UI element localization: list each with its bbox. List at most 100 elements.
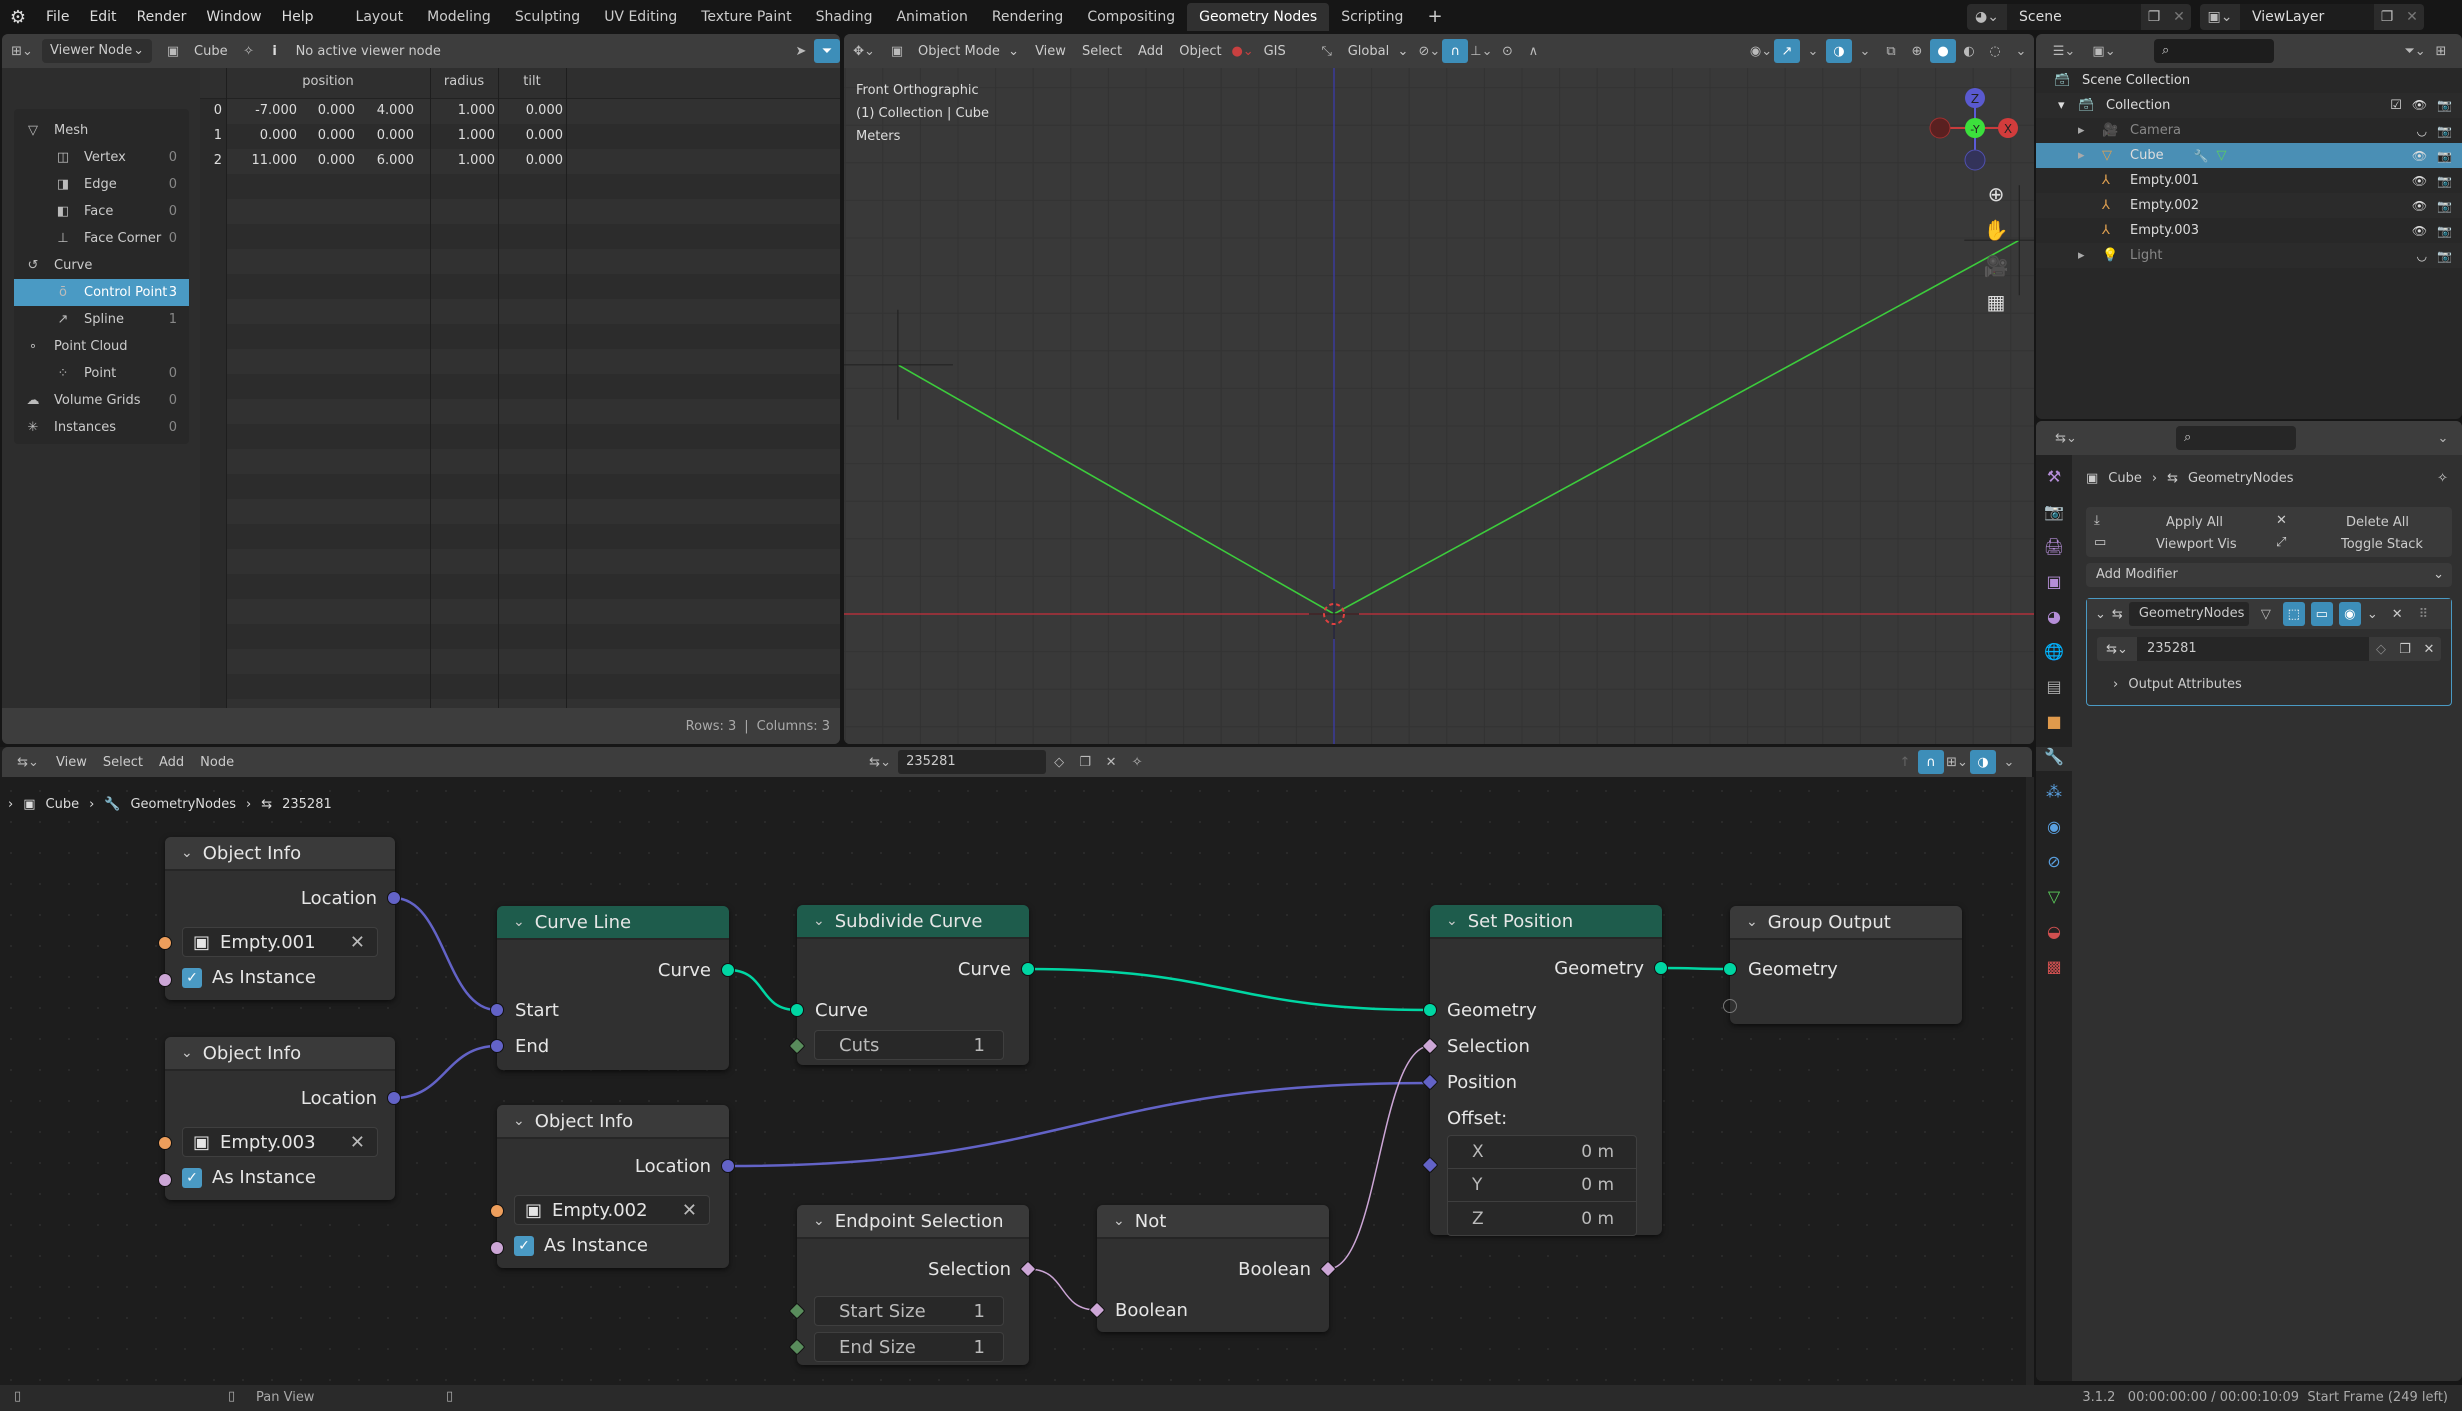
- outliner-item-collection[interactable]: ▾ 🗃 Collection ☑ 👁 📷: [2036, 93, 2462, 118]
- checkbox-checked-icon[interactable]: ✓: [514, 1235, 534, 1256]
- link-geometry-to-output[interactable]: [1660, 966, 1731, 971]
- view-layer-selector[interactable]: ▣⌄ ViewLayer ❐ ✕: [2200, 4, 2424, 30]
- socket-object-in[interactable]: [158, 1136, 172, 1150]
- parent-node-tree-icon[interactable]: ↑: [1892, 750, 1918, 774]
- scene-icon[interactable]: ◕: [2047, 607, 2061, 631]
- tab-animation[interactable]: Animation: [884, 3, 979, 31]
- node-not[interactable]: ⌄ Not Boolean Boolean: [1088, 1205, 1337, 1332]
- hidden-eye-icon[interactable]: ◡: [2417, 249, 2427, 263]
- rendered-shading-icon[interactable]: ◌: [1982, 39, 2008, 63]
- clear-icon[interactable]: ✕: [682, 1200, 697, 1221]
- expand-icon[interactable]: ▸: [2078, 148, 2085, 163]
- outliner-item-cube[interactable]: ▸ ▽ Cube 🔧 ▽ 👁 📷: [2036, 143, 2462, 168]
- duplicate-icon[interactable]: ❐: [2393, 642, 2417, 657]
- render-camera-icon[interactable]: 📷: [2437, 224, 2452, 238]
- render-camera-icon[interactable]: 📷: [2437, 199, 2452, 213]
- dataset-item-curve[interactable]: ↺ Curve: [14, 252, 189, 279]
- node-header[interactable]: ⌄ Group Output: [1730, 906, 1962, 940]
- navigation-gizmo[interactable]: Z X -Y: [1924, 76, 2034, 216]
- pan-hand-icon[interactable]: ✋: [1984, 218, 2009, 242]
- dataset-item-edge[interactable]: ◨ Edge 0: [14, 171, 189, 198]
- node-header[interactable]: ⌄ Subdivide Curve: [797, 905, 1029, 939]
- node-header[interactable]: ⌄ Object Info: [497, 1105, 729, 1139]
- material-icon[interactable]: ◒: [2047, 922, 2061, 946]
- menu-help[interactable]: Help: [272, 9, 324, 25]
- render-camera-icon[interactable]: 📷: [2437, 124, 2452, 138]
- menu-view[interactable]: View: [1027, 44, 1074, 59]
- socket-location-out[interactable]: [387, 891, 401, 905]
- offset-z-field[interactable]: Z 0 m: [1448, 1202, 1636, 1235]
- socket-object-in[interactable]: [158, 936, 172, 950]
- tab-compositing[interactable]: Compositing: [1075, 3, 1187, 31]
- duplicate-icon[interactable]: ❐: [1072, 750, 1098, 774]
- node-header[interactable]: ⌄ Endpoint Selection: [797, 1205, 1029, 1239]
- node-header[interactable]: ⌄ Curve Line: [497, 906, 729, 940]
- tab-layout[interactable]: Layout: [344, 3, 416, 31]
- ortho-grid-icon[interactable]: ▦: [1987, 290, 2006, 314]
- link-curve-to-subdivide[interactable]: [727, 968, 798, 1012]
- dataset-item-spline[interactable]: ↗ Spline 1: [14, 306, 189, 333]
- socket-geometry-in[interactable]: [1423, 1003, 1437, 1017]
- xray-icon[interactable]: ⧉: [1878, 39, 1904, 63]
- node-group-field[interactable]: 235281: [898, 750, 1047, 774]
- socket-as-instance-in[interactable]: [158, 1173, 172, 1187]
- node-object-info-2[interactable]: ⌄ Object Info Location ▣ Empty.002 ✕ ✓ As …: [490, 1105, 735, 1268]
- column-header-tilt[interactable]: tilt: [498, 74, 566, 89]
- column-header-radius[interactable]: radius: [430, 74, 498, 89]
- link-location-to-end[interactable]: [393, 1044, 498, 1100]
- render-icon[interactable]: ◉: [2338, 602, 2361, 626]
- menu-select[interactable]: Select: [95, 755, 151, 770]
- tab-rendering[interactable]: Rendering: [980, 3, 1076, 31]
- snap-icon[interactable]: ∩: [1918, 750, 1944, 774]
- viewport-vis-button[interactable]: Viewport Vis: [2156, 537, 2237, 552]
- dataset-item-mesh[interactable]: ▽ Mesh: [14, 117, 189, 144]
- material-shading-icon[interactable]: ◐: [1956, 39, 1982, 63]
- physics-icon[interactable]: ◉: [2047, 817, 2061, 841]
- selected-only-icon[interactable]: ➤: [788, 39, 814, 63]
- eye-icon[interactable]: 👁: [2412, 199, 2427, 213]
- duplicate-icon[interactable]: ❐: [2374, 9, 2400, 25]
- outliner-item-camera[interactable]: ▸ 🎥 Camera ◡ 📷: [2036, 118, 2462, 143]
- view-layer-filter-icon[interactable]: ▣⌄: [2084, 39, 2124, 63]
- overlay-icon[interactable]: ◑: [1826, 39, 1852, 63]
- hidden-eye-icon[interactable]: ◡: [2417, 124, 2427, 138]
- snap-icon[interactable]: ∩: [1442, 39, 1469, 63]
- node-set-position[interactable]: ⌄ Set Position Geometry Geometry Selectio…: [1421, 905, 1668, 1236]
- modifier-dropdown[interactable]: ⌄: [2367, 607, 2378, 622]
- gizmo-dropdown[interactable]: ⌄: [1800, 39, 1826, 63]
- node-tree-icon[interactable]: ⇆⌄: [862, 750, 898, 774]
- menu-edit[interactable]: Edit: [79, 9, 126, 25]
- gizmo-neg-x-axis[interactable]: [1929, 117, 1951, 139]
- tab-geometry-nodes[interactable]: Geometry Nodes: [1187, 3, 1330, 31]
- add-workspace-button[interactable]: +: [1415, 3, 1454, 31]
- falloff-icon[interactable]: ∧: [1520, 39, 1546, 63]
- dataset-item-face[interactable]: ◧ Face 0: [14, 198, 189, 225]
- node-endpoint-selection[interactable]: ⌄ Endpoint Selection Selection Start Size…: [788, 1205, 1037, 1365]
- remove-modifier-icon[interactable]: ✕: [2392, 607, 2403, 622]
- offset-y-field[interactable]: Y 0 m: [1448, 1169, 1636, 1202]
- gis-icon[interactable]: ●⌄: [1230, 39, 1256, 63]
- viewer-mode-dropdown[interactable]: Viewer Node ⌄: [42, 39, 152, 63]
- node-object-info-1[interactable]: ⌄ Object Info Location ▣ Empty.001 ✕ ✓ As …: [158, 837, 401, 1000]
- outliner-item-empty-002[interactable]: ⅄ Empty.002 👁 📷: [2036, 193, 2462, 218]
- socket-curve-out[interactable]: [1021, 962, 1035, 976]
- render-camera-icon[interactable]: 📷: [2437, 98, 2452, 113]
- collapse-icon[interactable]: ⌄: [1746, 914, 1758, 930]
- output-attributes-panel[interactable]: › Output Attributes: [2113, 677, 2242, 692]
- tab-texture-paint[interactable]: Texture Paint: [689, 3, 803, 31]
- socket-location-out[interactable]: [721, 1159, 735, 1173]
- socket-empty-in[interactable]: [1723, 999, 1737, 1013]
- overlay-icon[interactable]: ◑: [1970, 750, 1996, 774]
- menu-add[interactable]: Add: [1130, 44, 1171, 59]
- constraints-icon[interactable]: ⊘: [2047, 852, 2060, 876]
- offset-x-field[interactable]: X 0 m: [1448, 1136, 1636, 1169]
- node-group-name[interactable]: 235281: [2137, 637, 2369, 661]
- menu-render[interactable]: Render: [127, 9, 197, 25]
- tab-modeling[interactable]: Modeling: [415, 3, 503, 31]
- dataset-item-instances[interactable]: ✳ Instances 0: [14, 414, 189, 441]
- node-tree-icon[interactable]: ⇆⌄: [2097, 642, 2137, 657]
- viewport-canvas[interactable]: [844, 68, 2034, 744]
- tab-scripting[interactable]: Scripting: [1329, 3, 1415, 31]
- proportional-edit-icon[interactable]: ⊙: [1494, 39, 1520, 63]
- exclude-checkbox[interactable]: ☑: [2390, 98, 2402, 113]
